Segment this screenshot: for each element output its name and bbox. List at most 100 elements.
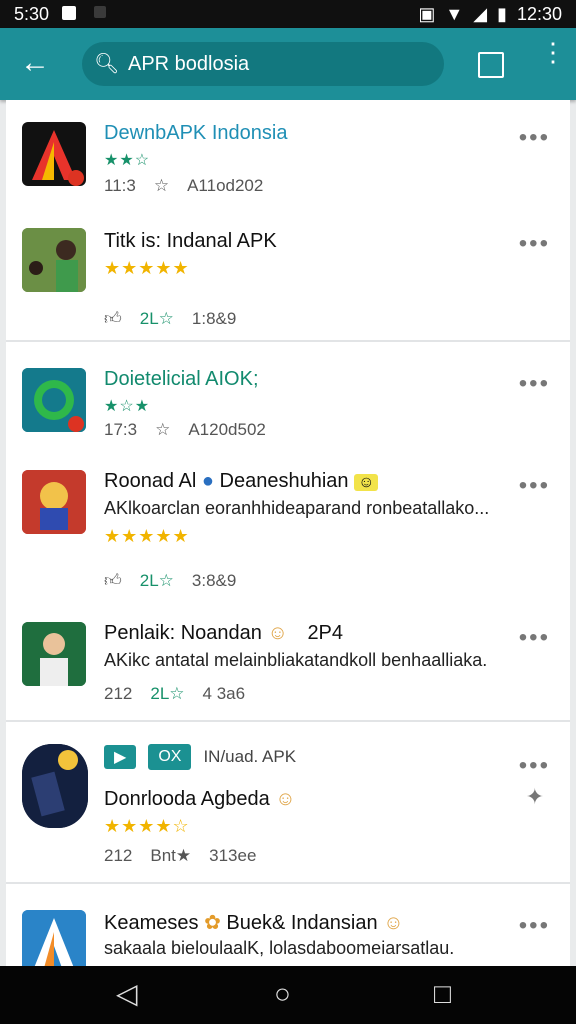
app-meta: 212 2L☆ 4 3a6 <box>104 684 245 704</box>
like-count: 2L☆ <box>139 570 174 590</box>
app-icon <box>22 910 86 966</box>
app-bar: ← 🔍︎ APR bodlosia ⋮ <box>0 28 576 100</box>
overflow-menu-icon[interactable]: ⋮ <box>540 39 566 65</box>
app-meta: 11:3 ☆ A11od202 <box>104 176 263 196</box>
more-options-icon[interactable]: ••• <box>519 624 550 652</box>
app-title: Penlaik: Noandan ☺ 2P4 <box>104 622 343 645</box>
list-item[interactable]: Titk is: Indanal APK ★★★★★ 👍︎ 2L☆ 1:8&9 … <box>6 224 570 334</box>
divider <box>6 720 570 722</box>
app-icon <box>22 470 86 534</box>
like-count: 2L☆ <box>139 308 174 328</box>
app-title-extra: Buek& Indansian <box>226 912 378 934</box>
more-options-icon[interactable]: ••• <box>519 230 550 258</box>
app-title: Titk is: Indanal APK <box>104 230 277 252</box>
ox-chip[interactable]: OX <box>148 744 192 770</box>
app-title-text: Keameses <box>104 912 199 934</box>
divider <box>6 882 570 884</box>
flower-icon: ✿ <box>204 912 221 934</box>
list-item[interactable]: Doietelicial AIOK; ★☆★ 17:3 ☆ A120d502 •… <box>6 364 570 454</box>
home-nav-icon[interactable]: ○ <box>274 980 291 1008</box>
list-item[interactable]: ▶ OX IN/uad. APK Donrlooda Agbeda ☺ ★★★★… <box>6 740 570 880</box>
search-query: APR bodlosia <box>128 53 250 75</box>
divider <box>6 340 570 342</box>
recents-nav-icon[interactable]: □ <box>434 980 451 1008</box>
rating-stars: ★★★★★ <box>104 258 190 278</box>
puzzle-icon[interactable]: ✦ <box>526 784 544 810</box>
rating-stars: ★★★★★ <box>104 526 190 546</box>
like-count: 2L☆ <box>150 684 185 703</box>
app-description: sakaala bieloulaalK, lolasdaboomeiarsatl… <box>104 938 455 958</box>
more-options-icon[interactable]: ••• <box>519 124 550 152</box>
app-tag: IN/uad. APK <box>203 747 297 766</box>
star-icon: ☆ <box>155 420 171 439</box>
thumbs-up-icon: 👍︎ <box>104 309 122 328</box>
app-downloads: A11od202 <box>187 176 264 195</box>
status-bar: 5:30 ▣ ▼ ◢ ▮ 12:30 <box>0 0 576 28</box>
more-options-icon[interactable]: ••• <box>519 752 550 780</box>
rating-stars: ★☆★ <box>104 398 151 415</box>
star-icon: ☆ <box>153 176 170 195</box>
battery-icon: ▮ <box>497 4 507 24</box>
app-meta: 👍︎ 2L☆ 1:8&9 <box>104 308 236 329</box>
app-size: 17:3 <box>104 420 138 439</box>
play-chip[interactable]: ▶ <box>104 745 137 769</box>
app-tags: ▶ OX IN/uad. APK <box>104 744 296 770</box>
list-item[interactable]: DewnbAPK Indonsia ★★☆ 11:3 ☆ A11od202 ••… <box>6 118 570 218</box>
more-options-icon[interactable]: ••• <box>519 370 550 398</box>
app-title-text: Roonad Al <box>104 470 197 492</box>
app-count: 313ee <box>209 846 257 865</box>
app-count: 3:8&9 <box>191 570 237 590</box>
signal-icon: ◢ <box>473 4 488 24</box>
back-nav-icon[interactable]: ◁ <box>116 980 138 1008</box>
search-input[interactable]: 🔍︎ APR bodlosia <box>82 42 444 86</box>
app-title-text: Donrlooda Agbeda <box>104 788 270 810</box>
app-title-extra: Deaneshuhian <box>219 470 349 492</box>
app-downloads: A120d502 <box>188 420 266 439</box>
status-clock: 12:30 <box>516 4 562 24</box>
app-title: Doietelicial AIOK; <box>104 368 259 390</box>
app-size: 212 <box>104 684 133 703</box>
rating-stars: ★★★★☆ <box>104 816 190 836</box>
app-title-extra: 2P4 <box>307 622 344 644</box>
app-size: 212 <box>104 846 133 865</box>
app-description: AKikc antatal melainbliakatandkoll benha… <box>104 650 488 670</box>
list-item[interactable]: Penlaik: Noandan ☺ 2P4 AKikc antatal mel… <box>6 618 570 718</box>
more-options-icon[interactable]: ••• <box>519 472 550 500</box>
app-size: 11:3 <box>104 176 136 195</box>
emoji-icon: ☺ <box>275 788 296 810</box>
app-icon <box>22 368 86 432</box>
list-item[interactable]: Keameses ✿ Buek& Indansian ☺ sakaala bie… <box>6 906 570 966</box>
app-icon <box>22 122 86 186</box>
rating-stars: ★★☆ <box>104 152 151 169</box>
status-time: 5:30 <box>14 4 50 24</box>
search-icon: 🔍︎ <box>94 53 120 75</box>
results-list: DewnbAPK Indonsia ★★☆ 11:3 ☆ A11od202 ••… <box>6 100 570 966</box>
app-title-text: Penlaik: Noandan <box>104 622 262 644</box>
more-options-icon[interactable]: ••• <box>519 912 550 940</box>
profile-badge-icon: ● <box>201 470 214 492</box>
app-count: 1:8&9 <box>191 308 237 328</box>
app-icon <box>22 228 86 292</box>
app-description: AKlkoarclan eoranhhideaparand ronbeatall… <box>104 498 490 518</box>
tab-switcher-icon[interactable] <box>478 52 504 78</box>
notification-icon: ▣ <box>418 4 436 24</box>
like-count: Bnt★ <box>150 846 192 865</box>
emoji-icon: ☺ <box>267 622 288 644</box>
app-icon <box>22 622 86 686</box>
navigation-bar: ◁ ○ □ <box>0 966 576 1024</box>
app-icon <box>22 744 88 828</box>
app-meta: 👍︎ 2L☆ 3:8&9 <box>104 570 236 591</box>
notification-icon <box>94 6 106 18</box>
app-meta: 212 Bnt★ 313ee <box>104 846 256 866</box>
app-title: Roonad Al ● Deaneshuhian ☺ <box>104 470 379 493</box>
thumbs-up-icon: 👍︎ <box>104 571 122 590</box>
wifi-icon: ▼ <box>445 4 464 24</box>
back-arrow-icon[interactable]: ← <box>20 48 52 80</box>
notification-icon <box>62 6 76 20</box>
app-title: DewnbAPK Indonsia <box>104 122 288 144</box>
app-meta: 17:3 ☆ A120d502 <box>104 420 266 440</box>
list-item[interactable]: Roonad Al ● Deaneshuhian ☺ AKlkoarclan e… <box>6 466 570 596</box>
app-count: 4 3a6 <box>202 684 246 703</box>
emoji-badge-icon: ☺ <box>354 474 379 491</box>
emoji-icon: ☺ <box>383 912 404 934</box>
